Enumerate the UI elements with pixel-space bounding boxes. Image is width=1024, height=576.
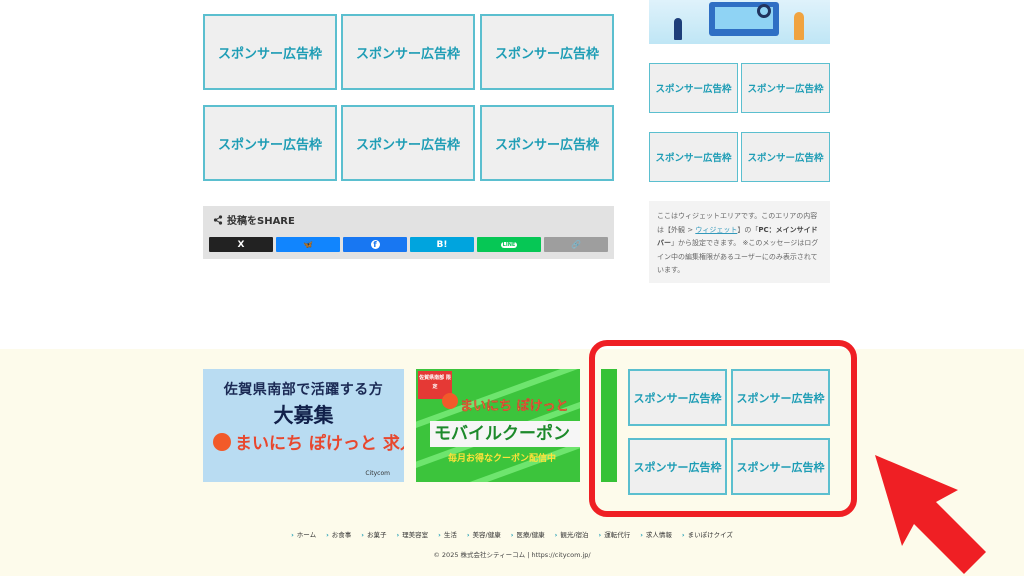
share-bar: 投稿をSHARE X 🦋 f B! LINE 🔗 [203,206,614,259]
ad-label: スポンサー広告枠 [355,46,460,62]
sponsor-ad-slot[interactable]: スポンサー広告枠 [741,63,830,113]
ad-label: スポンサー広告枠 [217,137,322,153]
ad-label: スポンサー広告枠 [655,153,732,164]
share-x-button[interactable]: X [209,237,273,252]
ad-label: スポンサー広告枠 [217,46,322,62]
x-icon: X [237,239,245,250]
footer-nav-item[interactable]: 医療/健康 [511,529,544,539]
footer-nav-item[interactable]: まいぽけクイズ [682,529,733,539]
link-icon: 🔗 [571,240,581,249]
copy-link-button[interactable]: 🔗 [544,237,608,252]
share-title: 投稿をSHARE [213,212,295,227]
magnifier-icon [757,4,771,18]
recruit-banner-line1: 佐賀県南部で活躍する方 [223,382,384,398]
sponsor-ad-slot[interactable]: スポンサー広告枠 [203,105,337,181]
sponsor-ad-slot[interactable]: スポンサー広告枠 [203,14,337,90]
widget-notice: ここはウィジェットエリアです。このエリアの内容は【外観 > ウィジェット】の「P… [649,201,830,283]
ad-label: スポンサー広告枠 [494,46,599,62]
share-line-button[interactable]: LINE [477,237,541,252]
footer-nav-item[interactable]: お菓子 [361,529,387,539]
coupon-banner[interactable]: 佐賀県南部 限定 まいにち ぽけっと モバイルクーポン 毎月お得なクーポン配信中 [416,369,580,482]
coupon-banner-line1: まいにち ぽけっと [460,399,569,414]
sponsor-ad-slot[interactable]: スポンサー広告枠 [480,14,614,90]
sponsor-ad-slot[interactable]: スポンサー広告枠 [649,63,738,113]
share-hatena-button[interactable]: B! [410,237,474,252]
widget-text-3: 」から設定できます。 ※このメッセージはログイン中の編集権限があるユーザーにのみ… [657,239,819,274]
footer-nav-item[interactable]: ホーム [291,529,316,539]
person-figure [674,18,682,40]
sponsor-ad-slot[interactable]: スポンサー広告枠 [341,14,475,90]
sponsor-ad-slot[interactable]: スポンサー広告枠 [649,132,738,182]
footer-nav-item[interactable]: 生活 [438,529,457,539]
page: スポンサー広告枠 スポンサー広告枠 スポンサー広告枠 スポンサー広告枠 スポンサ… [0,0,1024,576]
facebook-icon: f [370,240,380,249]
person-figure [794,12,804,40]
citycom-tag: Citycom [365,470,390,477]
share-title-text: 投稿をSHARE [227,216,295,227]
widget-link[interactable]: ウィジェット [695,226,737,234]
share-facebook-button[interactable]: f [343,237,407,252]
footer-nav-item[interactable]: 観光/宿泊 [555,529,588,539]
copyright: © 2025 株式会社シティーコム | https://citycom.jp/ [433,551,591,559]
ad-label: スポンサー広告枠 [494,137,599,153]
share-bluesky-button[interactable]: 🦋 [276,237,340,252]
ad-label: スポンサー広告枠 [355,137,460,153]
recruit-banner-line3: まいにち ぽけっと 求人 [235,434,404,454]
recruit-banner[interactable]: 佐賀県南部で活躍する方 大募集 まいにち ぽけっと 求人 Citycom [203,369,404,482]
footer-nav-item[interactable]: 理美容室 [396,529,428,539]
bluesky-icon: 🦋 [303,240,313,249]
footer-nav-item[interactable]: 運転代行 [599,529,630,539]
hatena-icon: B! [436,239,448,250]
sponsor-ad-slot[interactable]: スポンサー広告枠 [741,132,830,182]
footer-nav-item[interactable]: 美容/健康 [467,529,501,539]
coupon-banner-line2: モバイルクーポン [430,421,580,447]
ad-label: スポンサー広告枠 [747,84,824,95]
sidebar-illustration[interactable] [649,0,830,44]
share-icon [213,214,223,225]
highlight-frame [589,340,857,517]
sponsor-ad-slot[interactable]: スポンサー広告枠 [341,105,475,181]
footer-nav-item[interactable]: お食事 [326,529,352,539]
footer-nav: ホーム お食事 お菓子 理美容室 生活 美容/健康 医療/健康 観光/宿泊 運転… [0,529,1024,539]
recruit-banner-line2: 大募集 [273,403,334,427]
footer-nav-item[interactable]: 求人情報 [640,529,672,539]
widget-text-2: 】の「 [737,225,759,234]
line-icon: LINE [500,241,518,248]
ad-label: スポンサー広告枠 [747,153,824,164]
ad-label: スポンサー広告枠 [655,84,732,95]
sponsor-ad-slot[interactable]: スポンサー広告枠 [480,105,614,181]
coupon-banner-line3: 毎月お得なクーポン配信中 [448,454,557,464]
